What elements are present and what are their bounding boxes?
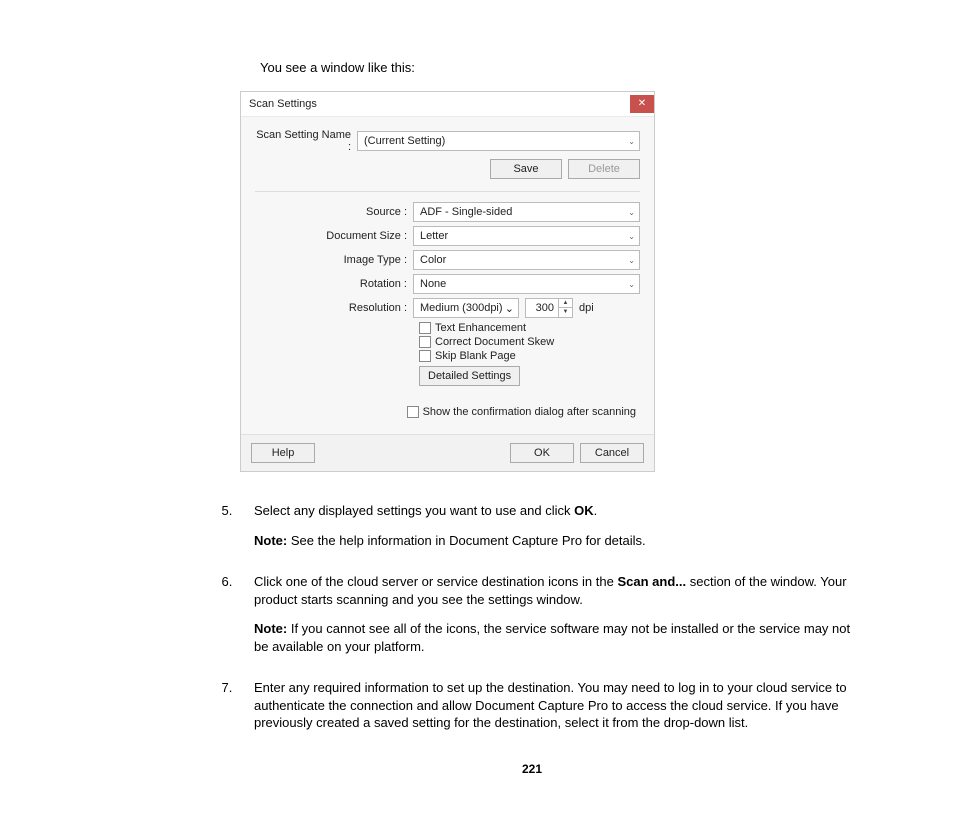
resolution-dropdown[interactable]: Medium (300dpi) ⌄ [413, 298, 519, 318]
titlebar: Scan Settings ✕ [241, 92, 654, 117]
name-label: Scan Setting Name : [255, 129, 357, 153]
confirm-label: Show the confirmation dialog after scann… [423, 406, 636, 418]
confirm-checkbox[interactable] [407, 406, 419, 418]
correct-skew-label: Correct Document Skew [435, 336, 554, 348]
close-icon[interactable]: ✕ [630, 95, 654, 113]
page-number: 221 [210, 762, 854, 776]
rotation-dropdown[interactable]: None ⌄ [413, 274, 640, 294]
resolution-label: Resolution : [255, 302, 413, 314]
instruction-list: Select any displayed settings you want t… [236, 502, 854, 732]
step-6: Click one of the cloud server or service… [236, 573, 854, 655]
chevron-down-icon: ⌄ [628, 280, 635, 289]
ok-button[interactable]: OK [510, 443, 574, 463]
rotation-label: Rotation : [255, 278, 413, 290]
chevron-down-icon: ⌄ [628, 137, 635, 146]
dialog-title: Scan Settings [249, 98, 317, 110]
spinner-up-icon[interactable]: ▲ [559, 299, 572, 308]
imagetype-dropdown[interactable]: Color ⌄ [413, 250, 640, 270]
chevron-down-icon: ⌄ [628, 256, 635, 265]
docsize-label: Document Size : [255, 230, 413, 242]
step-5: Select any displayed settings you want t… [236, 502, 854, 549]
spinner-down-icon[interactable]: ▼ [559, 308, 572, 317]
correct-skew-checkbox[interactable] [419, 336, 431, 348]
chevron-down-icon: ⌄ [628, 232, 635, 241]
intro-text: You see a window like this: [260, 60, 854, 75]
skip-blank-checkbox[interactable] [419, 350, 431, 362]
text-enhancement-checkbox[interactable] [419, 322, 431, 334]
chevron-down-icon: ⌄ [628, 208, 635, 217]
save-button[interactable]: Save [490, 159, 562, 179]
step-7: Enter any required information to set up… [236, 679, 854, 732]
text-enhancement-label: Text Enhancement [435, 322, 526, 334]
source-dropdown[interactable]: ADF - Single-sided ⌄ [413, 202, 640, 222]
scan-settings-dialog: Scan Settings ✕ Scan Setting Name : (Cur… [240, 91, 655, 472]
dpi-spinner[interactable]: 300 ▲ ▼ [525, 298, 573, 318]
source-label: Source : [255, 206, 413, 218]
detailed-settings-button[interactable]: Detailed Settings [419, 366, 520, 386]
name-dropdown[interactable]: (Current Setting) ⌄ [357, 131, 640, 151]
docsize-dropdown[interactable]: Letter ⌄ [413, 226, 640, 246]
cancel-button[interactable]: Cancel [580, 443, 644, 463]
delete-button[interactable]: Delete [568, 159, 640, 179]
imagetype-label: Image Type : [255, 254, 413, 266]
skip-blank-label: Skip Blank Page [435, 350, 516, 362]
chevron-down-icon: ⌄ [505, 302, 514, 315]
dpi-unit: dpi [579, 302, 594, 314]
help-button[interactable]: Help [251, 443, 315, 463]
separator [255, 191, 640, 192]
